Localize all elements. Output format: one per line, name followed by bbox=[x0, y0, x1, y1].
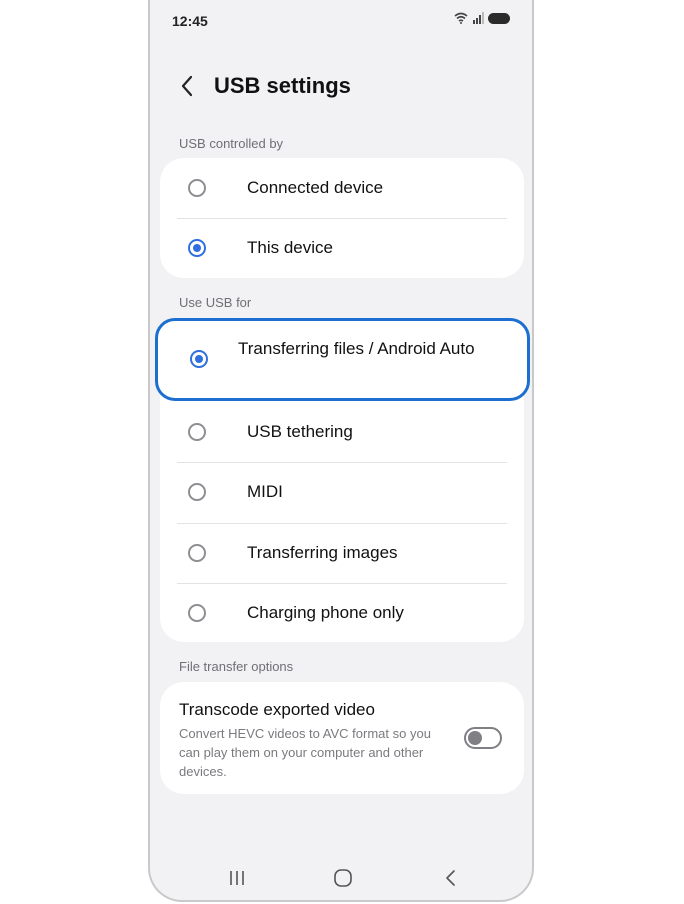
transcode-description: Convert HEVC videos to AVC format so you… bbox=[179, 726, 431, 779]
transcode-card[interactable]: Transcode exported video Convert HEVC vi… bbox=[160, 682, 524, 794]
option-label: Connected device bbox=[247, 178, 384, 197]
section-label-file-transfer: File transfer options bbox=[179, 659, 294, 674]
radio-button[interactable] bbox=[188, 423, 206, 441]
status-time: 12:45 bbox=[172, 13, 208, 29]
radio-option-midi[interactable]: MIDI bbox=[160, 463, 524, 523]
option-label: USB tethering bbox=[247, 422, 353, 441]
section-label-use-usb-for: Use USB for bbox=[179, 295, 252, 310]
status-bar: 12:45 bbox=[150, 0, 532, 40]
radio-option-this-device[interactable]: This device bbox=[160, 219, 524, 278]
option-label: Transferring files / Android Auto bbox=[238, 339, 475, 358]
option-label: Transferring images bbox=[247, 543, 398, 562]
option-label: This device bbox=[247, 238, 333, 257]
transcode-toggle[interactable] bbox=[464, 727, 502, 749]
page-title: USB settings bbox=[214, 73, 351, 98]
radio-button-selected[interactable] bbox=[188, 239, 206, 257]
option-label: Charging phone only bbox=[247, 603, 404, 622]
header: USB settings bbox=[150, 64, 532, 108]
section-label-controlled-by: USB controlled by bbox=[179, 136, 284, 151]
radio-option-usb-tethering[interactable]: USB tethering bbox=[160, 404, 524, 462]
option-label: MIDI bbox=[247, 482, 283, 501]
navigation-bar bbox=[150, 862, 532, 892]
radio-button[interactable] bbox=[188, 544, 206, 562]
radio-option-transferring-files[interactable]: Transferring files / Android Auto bbox=[155, 318, 530, 401]
wifi-icon bbox=[454, 12, 468, 24]
back-arrow-icon[interactable] bbox=[174, 72, 202, 100]
radio-button-selected[interactable] bbox=[190, 350, 208, 368]
transcode-title: Transcode exported video bbox=[179, 700, 375, 719]
radio-option-connected-device[interactable]: Connected device bbox=[160, 158, 524, 218]
controlled-by-card: Connected device This device bbox=[160, 158, 524, 278]
phone-frame: 12:45 USB settings USB controlled by Con… bbox=[148, 0, 534, 902]
home-icon[interactable] bbox=[332, 868, 354, 888]
recent-apps-icon[interactable] bbox=[226, 868, 248, 888]
radio-button[interactable] bbox=[188, 179, 206, 197]
signal-icon bbox=[473, 12, 484, 24]
toggle-knob bbox=[468, 731, 482, 745]
radio-button[interactable] bbox=[188, 483, 206, 501]
status-icons bbox=[454, 12, 510, 24]
battery-icon bbox=[488, 12, 510, 24]
back-icon[interactable] bbox=[440, 868, 462, 888]
radio-option-charging-only[interactable]: Charging phone only bbox=[160, 584, 524, 642]
radio-option-transferring-images[interactable]: Transferring images bbox=[160, 524, 524, 583]
radio-button[interactable] bbox=[188, 604, 206, 622]
